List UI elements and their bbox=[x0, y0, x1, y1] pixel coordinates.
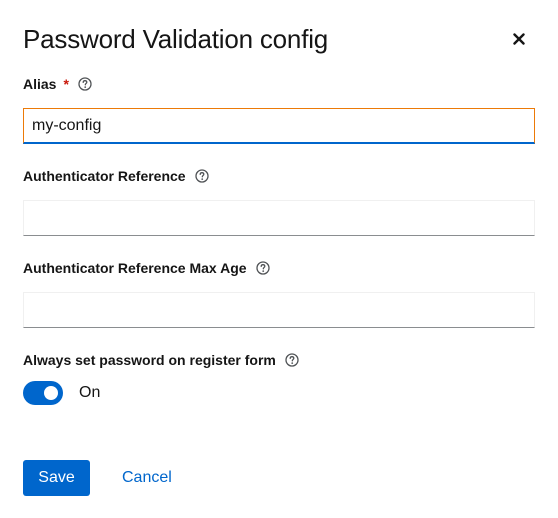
authenticator-reference-max-age-form-group: Authenticator Reference Max Age bbox=[23, 258, 535, 328]
authenticator-reference-label: Authenticator Reference bbox=[23, 168, 186, 184]
toggle-state-label: On bbox=[79, 384, 101, 401]
help-icon[interactable] bbox=[194, 168, 210, 184]
help-icon[interactable] bbox=[284, 352, 300, 368]
close-button[interactable] bbox=[506, 28, 532, 54]
always-set-password-label: Always set password on register form bbox=[23, 352, 276, 368]
alias-input[interactable] bbox=[23, 108, 535, 144]
required-asterisk: * bbox=[63, 76, 69, 92]
always-set-password-toggle-row: On bbox=[23, 381, 100, 405]
authenticator-reference-max-age-label: Authenticator Reference Max Age bbox=[23, 260, 247, 276]
cancel-button[interactable]: Cancel bbox=[110, 460, 184, 496]
close-icon bbox=[513, 32, 525, 50]
authenticator-reference-form-group: Authenticator Reference bbox=[23, 166, 535, 236]
alias-label: Alias bbox=[23, 76, 57, 92]
authenticator-reference-max-age-input[interactable] bbox=[23, 292, 535, 328]
modal-title: Password Validation config bbox=[23, 24, 329, 54]
switch-knob bbox=[44, 386, 58, 400]
always-set-password-form-group: Always set password on register form bbox=[23, 350, 535, 370]
help-icon[interactable] bbox=[255, 260, 271, 276]
save-button[interactable]: Save bbox=[23, 460, 90, 496]
alias-form-group: Alias * bbox=[23, 74, 535, 144]
always-set-password-switch[interactable] bbox=[23, 381, 63, 405]
help-icon[interactable] bbox=[77, 76, 93, 92]
config-modal: Password Validation config Alias * Authe bbox=[0, 0, 558, 518]
authenticator-reference-input[interactable] bbox=[23, 200, 535, 236]
